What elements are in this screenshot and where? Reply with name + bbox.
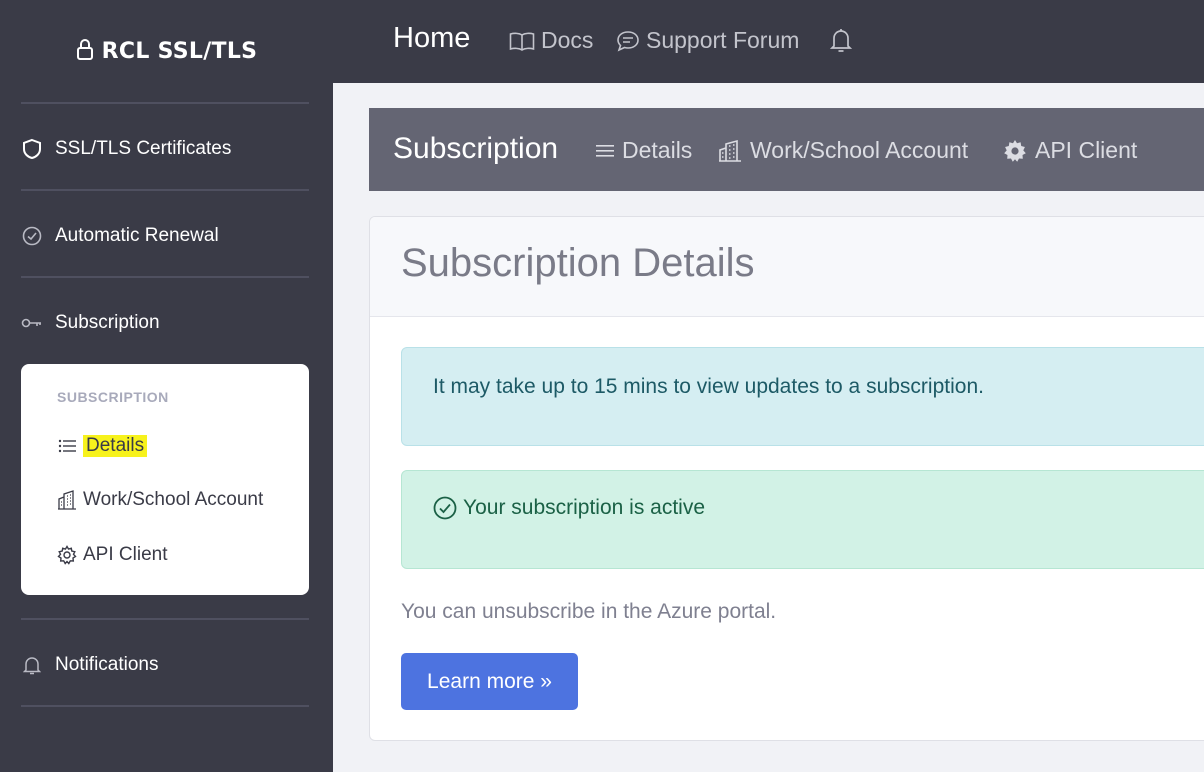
sidebar-divider [21, 618, 309, 620]
sidebar-item-label: Subscription [55, 312, 160, 333]
building-icon [57, 490, 77, 510]
top-navbar: Home Docs Support Forum [333, 0, 1204, 83]
shield-icon [21, 138, 43, 160]
submenu-item-details[interactable]: Details [57, 435, 148, 457]
chat-icon [616, 30, 640, 52]
key-icon [21, 312, 43, 334]
nav-home-link[interactable]: Home [393, 22, 470, 55]
card-title: Subscription Details [401, 241, 755, 285]
check-circle-icon [433, 496, 457, 520]
subnav-link-label: API Client [1035, 137, 1138, 163]
subnav-title: Subscription [393, 132, 559, 165]
brand-title: RCL SSL/TLS [101, 38, 258, 64]
brand[interactable]: RCL SSL/TLS [0, 0, 333, 104]
submenu-header: SUBSCRIPTION [57, 389, 169, 405]
check-circle-icon [21, 225, 43, 247]
submenu-item-label: Work/School Account [83, 489, 264, 510]
submenu-item-label: API Client [83, 544, 168, 565]
building-icon [718, 139, 742, 163]
subnav-api-client-link[interactable]: API Client [1003, 137, 1137, 164]
info-alert: It may take up to 15 mins to view update… [401, 347, 1204, 446]
sidebar-item-label: Automatic Renewal [55, 225, 219, 246]
sidebar: RCL SSL/TLS SSL/TLS Certificates Automat… [0, 0, 333, 772]
gear-icon [57, 545, 77, 565]
submenu-item-label: Details [83, 435, 148, 457]
submenu-item-api-client[interactable]: API Client [57, 544, 167, 566]
nav-support-forum-link[interactable]: Support Forum [616, 27, 799, 54]
book-icon [509, 31, 535, 51]
sidebar-item-notifications[interactable]: Notifications [21, 654, 309, 676]
sidebar-divider [21, 705, 309, 707]
sidebar-item-subscription[interactable]: Subscription [21, 312, 309, 334]
sidebar-item-ssl-certificates[interactable]: SSL/TLS Certificates [21, 138, 309, 160]
lock-icon [76, 38, 94, 65]
sidebar-item-label: Notifications [55, 654, 159, 675]
success-alert: Your subscription is active [401, 470, 1204, 569]
submenu-item-work-school-account[interactable]: Work/School Account [57, 489, 263, 511]
subnav-link-label: Work/School Account [750, 137, 969, 163]
nav-docs-link[interactable]: Docs [509, 27, 593, 54]
bell-icon [21, 654, 43, 676]
bell-icon[interactable] [829, 27, 853, 58]
subnav-work-school-link[interactable]: Work/School Account [718, 137, 968, 164]
sidebar-divider [21, 276, 309, 278]
success-alert-text: Your subscription is active [463, 496, 706, 519]
card-header: Subscription Details [370, 217, 1204, 317]
list-icon [57, 436, 77, 456]
list-icon [596, 143, 614, 159]
subnav-details-link[interactable]: Details [596, 137, 692, 164]
subscription-submenu: SUBSCRIPTION Details Work/School Account… [21, 364, 309, 595]
sidebar-divider [21, 189, 309, 191]
subscription-subnav: Subscription Details Work/School Account… [369, 108, 1204, 191]
learn-more-button[interactable]: Learn more » [401, 653, 578, 710]
sidebar-item-automatic-renewal[interactable]: Automatic Renewal [21, 225, 309, 247]
subscription-details-card: Subscription Details It may take up to 1… [369, 216, 1204, 741]
gear-icon [1003, 139, 1027, 163]
unsubscribe-text: You can unsubscribe in the Azure portal. [401, 600, 777, 623]
nav-link-label: Support Forum [646, 27, 800, 53]
sidebar-divider [21, 102, 309, 104]
sidebar-item-label: SSL/TLS Certificates [55, 138, 232, 159]
subnav-link-label: Details [622, 137, 693, 163]
nav-link-label: Docs [541, 27, 594, 53]
info-alert-text: It may take up to 15 mins to view update… [433, 375, 984, 398]
